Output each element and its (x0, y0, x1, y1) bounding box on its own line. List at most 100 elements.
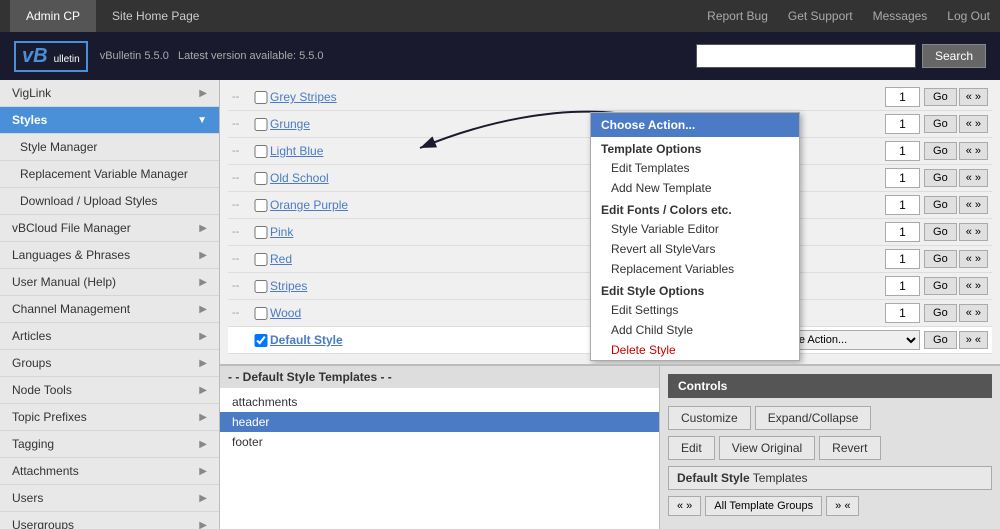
template-item-header[interactable]: header (220, 412, 659, 432)
style-nav-default[interactable]: » « (959, 331, 988, 349)
style-order-grunge[interactable] (885, 114, 920, 134)
top-nav-links: Report Bug Get Support Messages Log Out (707, 9, 990, 23)
sidebar-item-usergroups[interactable]: Usergroups ▶ (0, 512, 219, 529)
sidebar-item-tagging[interactable]: Tagging ▶ (0, 431, 219, 458)
sidebar-item-style-manager[interactable]: Style Manager (0, 134, 219, 161)
style-order-light-blue[interactable] (885, 141, 920, 161)
style-nav-old-school[interactable]: « » (959, 169, 988, 187)
link-log-out[interactable]: Log Out (947, 9, 990, 23)
style-go-old-school[interactable]: Go (924, 169, 957, 187)
style-nav-pink[interactable]: « » (959, 223, 988, 241)
dropdown-item-edit-settings[interactable]: Edit Settings (591, 300, 799, 320)
style-nav-stripes[interactable]: « » (959, 277, 988, 295)
style-checkbox-default[interactable] (252, 334, 270, 347)
chevron-right-icon: ▶ (199, 439, 207, 450)
link-get-support[interactable]: Get Support (788, 9, 853, 23)
sidebar-item-languages[interactable]: Languages & Phrases ▶ (0, 242, 219, 269)
style-checkbox-stripes[interactable] (252, 280, 270, 293)
sidebar-item-download-upload-styles[interactable]: Download / Upload Styles (0, 188, 219, 215)
search-area: Search (696, 44, 986, 68)
header-bar: vBulletin vBulletin 5.5.0 Latest version… (0, 32, 1000, 80)
style-go-orange-purple[interactable]: Go (924, 196, 957, 214)
templates-panel-title: - - Default Style Templates - - (220, 366, 659, 388)
controls-nav-row: « » All Template Groups » « (668, 496, 992, 516)
style-order-wood[interactable] (885, 303, 920, 323)
style-nav-orange-purple[interactable]: « » (959, 196, 988, 214)
style-checkbox-old-school[interactable] (252, 172, 270, 185)
style-checkbox-grey-stripes[interactable] (252, 91, 270, 104)
revert-button[interactable]: Revert (819, 436, 880, 460)
style-nav-light-blue[interactable]: « » (959, 142, 988, 160)
sidebar-item-styles[interactable]: Styles ▼ (0, 107, 219, 134)
sidebar-item-replacement-variable-manager[interactable]: Replacement Variable Manager (0, 161, 219, 188)
dropdown-header[interactable]: Choose Action... (591, 113, 799, 137)
style-order-orange-purple[interactable] (885, 195, 920, 215)
controls-buttons-row2: Edit View Original Revert (668, 436, 992, 460)
link-report-bug[interactable]: Report Bug (707, 9, 768, 23)
nav-next-button[interactable]: » « (826, 496, 859, 516)
style-go-default[interactable]: Go (924, 331, 957, 349)
style-order-red[interactable] (885, 249, 920, 269)
view-original-button[interactable]: View Original (719, 436, 815, 460)
sidebar: VigLink ▶ Styles ▼ Style Manager Replace… (0, 80, 220, 529)
style-go-light-blue[interactable]: Go (924, 142, 957, 160)
style-go-red[interactable]: Go (924, 250, 957, 268)
style-nav-grey-stripes[interactable]: « » (959, 88, 988, 106)
chevron-right-icon: ▶ (199, 277, 207, 288)
tab-site-home[interactable]: Site Home Page (96, 0, 215, 32)
dropdown-item-style-variable-editor[interactable]: Style Variable Editor (591, 219, 799, 239)
link-messages[interactable]: Messages (873, 9, 928, 23)
sidebar-item-articles[interactable]: Articles ▶ (0, 323, 219, 350)
style-nav-wood[interactable]: « » (959, 304, 988, 322)
dropdown-item-delete-style[interactable]: Delete Style (591, 340, 799, 360)
style-checkbox-pink[interactable] (252, 226, 270, 239)
chevron-right-icon: ▶ (199, 250, 207, 261)
style-order-old-school[interactable] (885, 168, 920, 188)
style-go-grunge[interactable]: Go (924, 115, 957, 133)
style-name-grey-stripes[interactable]: Grey Stripes (270, 90, 885, 104)
search-input[interactable] (696, 44, 916, 68)
style-checkbox-orange-purple[interactable] (252, 199, 270, 212)
customize-button[interactable]: Customize (668, 406, 751, 430)
chevron-right-icon: ▶ (199, 358, 207, 369)
style-go-stripes[interactable]: Go (924, 277, 957, 295)
style-order-grey-stripes[interactable] (885, 87, 920, 107)
chevron-right-icon: ▶ (199, 385, 207, 396)
bottom-area: - - Default Style Templates - - attachme… (220, 364, 1000, 529)
style-checkbox-red[interactable] (252, 253, 270, 266)
style-go-pink[interactable]: Go (924, 223, 957, 241)
search-button[interactable]: Search (922, 44, 986, 68)
template-item-footer[interactable]: footer (220, 432, 659, 452)
sidebar-item-vbcloud[interactable]: vBCloud File Manager ▶ (0, 215, 219, 242)
expand-collapse-button[interactable]: Expand/Collapse (755, 406, 872, 430)
style-order-pink[interactable] (885, 222, 920, 242)
logo-area: vBulletin vBulletin 5.5.0 Latest version… (14, 41, 324, 72)
nav-prev-button[interactable]: « » (668, 496, 701, 516)
style-checkbox-light-blue[interactable] (252, 145, 270, 158)
sidebar-item-topic-prefixes[interactable]: Topic Prefixes ▶ (0, 404, 219, 431)
style-checkbox-wood[interactable] (252, 307, 270, 320)
dropdown-item-add-new-template[interactable]: Add New Template (591, 178, 799, 198)
dropdown-item-edit-templates[interactable]: Edit Templates (591, 158, 799, 178)
style-nav-grunge[interactable]: « » (959, 115, 988, 133)
style-go-grey-stripes[interactable]: Go (924, 88, 957, 106)
style-checkbox-grunge[interactable] (252, 118, 270, 131)
all-template-groups-button[interactable]: All Template Groups (705, 496, 822, 516)
dropdown-item-add-child-style[interactable]: Add Child Style (591, 320, 799, 340)
sidebar-item-groups[interactable]: Groups ▶ (0, 350, 219, 377)
sidebar-item-users[interactable]: Users ▶ (0, 485, 219, 512)
controls-panel: Controls Customize Expand/Collapse Edit … (660, 366, 1000, 529)
tab-admin-cp[interactable]: Admin CP (10, 0, 96, 32)
sidebar-item-node-tools[interactable]: Node Tools ▶ (0, 377, 219, 404)
dropdown-item-revert-all-stylevars[interactable]: Revert all StyleVars (591, 239, 799, 259)
sidebar-item-attachments[interactable]: Attachments ▶ (0, 458, 219, 485)
sidebar-item-user-manual[interactable]: User Manual (Help) ▶ (0, 269, 219, 296)
template-item-attachments[interactable]: attachments (220, 392, 659, 412)
sidebar-item-channel-management[interactable]: Channel Management ▶ (0, 296, 219, 323)
sidebar-item-viglink[interactable]: VigLink ▶ (0, 80, 219, 107)
style-order-stripes[interactable] (885, 276, 920, 296)
edit-button[interactable]: Edit (668, 436, 715, 460)
style-go-wood[interactable]: Go (924, 304, 957, 322)
dropdown-item-replacement-variables[interactable]: Replacement Variables (591, 259, 799, 279)
style-nav-red[interactable]: « » (959, 250, 988, 268)
